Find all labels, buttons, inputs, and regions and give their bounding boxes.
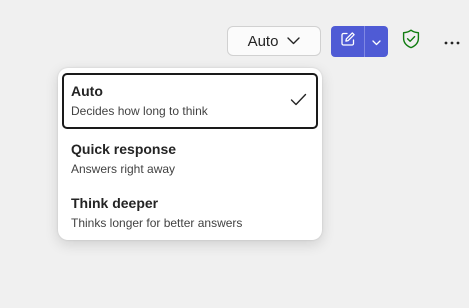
- compose-button[interactable]: [331, 26, 364, 57]
- menu-item-description: Thinks longer for better answers: [71, 216, 243, 230]
- mode-select-button[interactable]: Auto: [227, 26, 321, 56]
- menu-item-title: Think deeper: [71, 195, 159, 211]
- menu-item-think-deeper[interactable]: Think deeper Thinks longer for better an…: [62, 185, 318, 239]
- shield-check-icon: [402, 29, 420, 54]
- chevron-down-icon: [287, 37, 301, 45]
- more-options-button[interactable]: [440, 34, 464, 48]
- checkmark-icon: [290, 93, 307, 111]
- menu-item-auto[interactable]: Auto Decides how long to think: [62, 73, 318, 129]
- compose-icon: [340, 31, 356, 52]
- mode-menu: Auto Decides how long to think Quick res…: [58, 68, 322, 240]
- menu-item-description: Decides how long to think: [71, 104, 208, 118]
- more-icon: [444, 32, 460, 50]
- chevron-down-icon: [372, 33, 381, 51]
- security-button[interactable]: [400, 29, 422, 53]
- menu-item-title: Auto: [71, 83, 103, 99]
- menu-item-description: Answers right away: [71, 162, 176, 176]
- menu-item-quick-response[interactable]: Quick response Answers right away: [62, 131, 318, 185]
- mode-select-label: Auto: [247, 32, 279, 50]
- compose-split-button: [331, 26, 388, 57]
- compose-options-button[interactable]: [365, 26, 388, 57]
- menu-item-title: Quick response: [71, 141, 177, 157]
